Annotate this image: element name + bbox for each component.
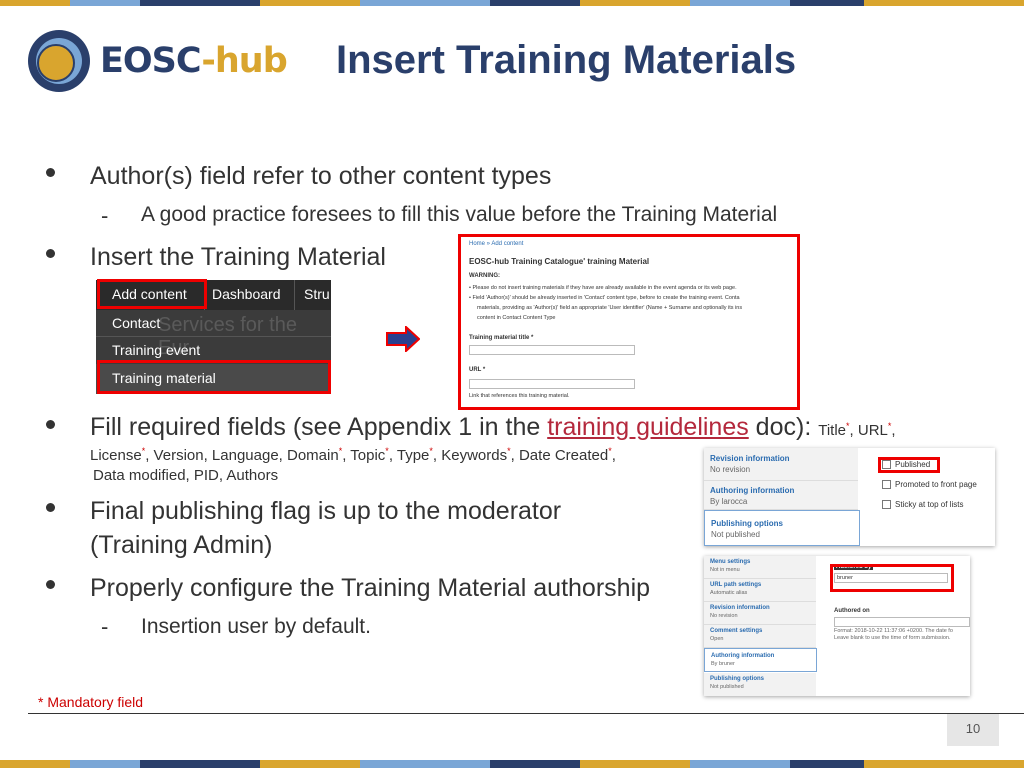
authoring-information-screenshot: Menu settings Not in menu URL path setti…: [704, 556, 970, 696]
authored-on-input[interactable]: [834, 617, 970, 627]
tab-authoring-information[interactable]: Authoring information By bruner: [704, 648, 817, 672]
right-arrow-icon: [386, 326, 420, 352]
bullet-insert-training: Insert the Training Material: [90, 243, 386, 271]
tab-revision-information[interactable]: Revision information No revision: [704, 602, 816, 625]
required-fields-line2: License*, Version, Language, Domain*, To…: [90, 446, 616, 464]
bullet-fill-required-fields: Fill required fields (see Appendix 1 in …: [90, 413, 896, 441]
bullet-dot: [46, 580, 55, 589]
menu-structure[interactable]: Stru: [304, 286, 330, 302]
menu-contact[interactable]: Contact: [112, 315, 160, 331]
warning-line: • Field 'Author(s)' should be already in…: [469, 295, 740, 301]
bottom-color-bar: [0, 760, 1024, 768]
bullet-authors-field: Author(s) field refer to other content t…: [90, 162, 552, 190]
bullet-dot: [46, 249, 55, 258]
form-heading: EOSC-hub Training Catalogue' training Ma…: [469, 257, 650, 266]
tab-publishing-options[interactable]: Publishing options Not published: [704, 673, 816, 696]
date-format-hint: Leave blank to use the time of form subm…: [834, 635, 951, 641]
highlight-published: [878, 457, 940, 473]
page-number: 10: [947, 714, 999, 746]
training-guidelines-link[interactable]: training guidelines: [547, 413, 749, 441]
publishing-options-screenshot: Revision information No revision Authori…: [704, 448, 995, 546]
mandatory-field-note: * Mandatory field: [38, 694, 144, 710]
tab-comment-settings[interactable]: Comment settings Open: [704, 625, 816, 648]
url-input[interactable]: [469, 379, 635, 389]
promoted-checkbox[interactable]: Promoted to front page: [882, 480, 977, 489]
bullet-authorship: Properly configure the Training Material…: [90, 574, 651, 602]
warning-label: WARNING:: [469, 273, 500, 279]
bullet-publishing-flag: Final publishing flag is up to the moder…: [90, 497, 562, 525]
highlight-authored-by: [830, 564, 954, 592]
footer-divider: [28, 713, 1024, 714]
highlight-add-content: [97, 279, 207, 309]
logo-wordmark: EOSC-hub: [100, 41, 288, 81]
menu-training-event[interactable]: Training event: [112, 342, 200, 358]
tab-url-path-settings[interactable]: URL path settings Automatic alias: [704, 579, 816, 602]
warning-line: content in Contact Content Type: [477, 315, 556, 321]
title-field-label: Training material title *: [469, 335, 534, 341]
training-material-form-screenshot: Home » Add content EOSC-hub Training Cat…: [458, 234, 800, 410]
highlight-training-material: [97, 360, 331, 394]
eosc-hub-logo: EOSC-hub: [26, 28, 288, 94]
warning-line: • Please do not insert training material…: [469, 285, 737, 291]
date-format-hint: Format: 2018-10-22 11:37:06 +0200. The d…: [834, 628, 953, 634]
menu-dashboard[interactable]: Dashboard: [212, 286, 281, 302]
title-input[interactable]: [469, 345, 635, 355]
sticky-checkbox[interactable]: Sticky at top of lists: [882, 500, 963, 509]
bullet-dot: [46, 420, 55, 429]
url-field-label: URL *: [469, 367, 486, 373]
sub-bullet-insertion-user: Insertion user by default.: [141, 615, 371, 638]
warning-line: materials, providing as 'Author(s)' fiel…: [477, 305, 743, 311]
tab-menu-settings[interactable]: Menu settings Not in menu: [704, 556, 816, 579]
bullet-publishing-flag-cont: (Training Admin): [90, 531, 273, 559]
url-help-text: Link that references this training mater…: [469, 393, 570, 399]
bullet-dot: [46, 168, 55, 177]
breadcrumb[interactable]: Home » Add content: [469, 241, 523, 247]
tab-publishing-options[interactable]: Publishing options Not published: [704, 510, 860, 546]
eosc-globe-icon: [28, 30, 90, 92]
top-color-bar: [0, 0, 1024, 6]
tab-revision-information[interactable]: Revision information No revision: [704, 448, 858, 481]
slide-title: Insert Training Materials: [336, 38, 797, 82]
authored-on-label: Authored on: [834, 608, 870, 614]
bullet-dot: [46, 503, 55, 512]
sub-bullet-dash: -: [101, 614, 109, 639]
tab-authoring-information[interactable]: Authoring information By larocca: [704, 481, 858, 510]
required-fields-line3: Data modified, PID, Authors: [93, 467, 279, 484]
sub-bullet-dash: -: [101, 203, 109, 228]
sub-bullet-good-practice: A good practice foresees to fill this va…: [141, 203, 778, 226]
